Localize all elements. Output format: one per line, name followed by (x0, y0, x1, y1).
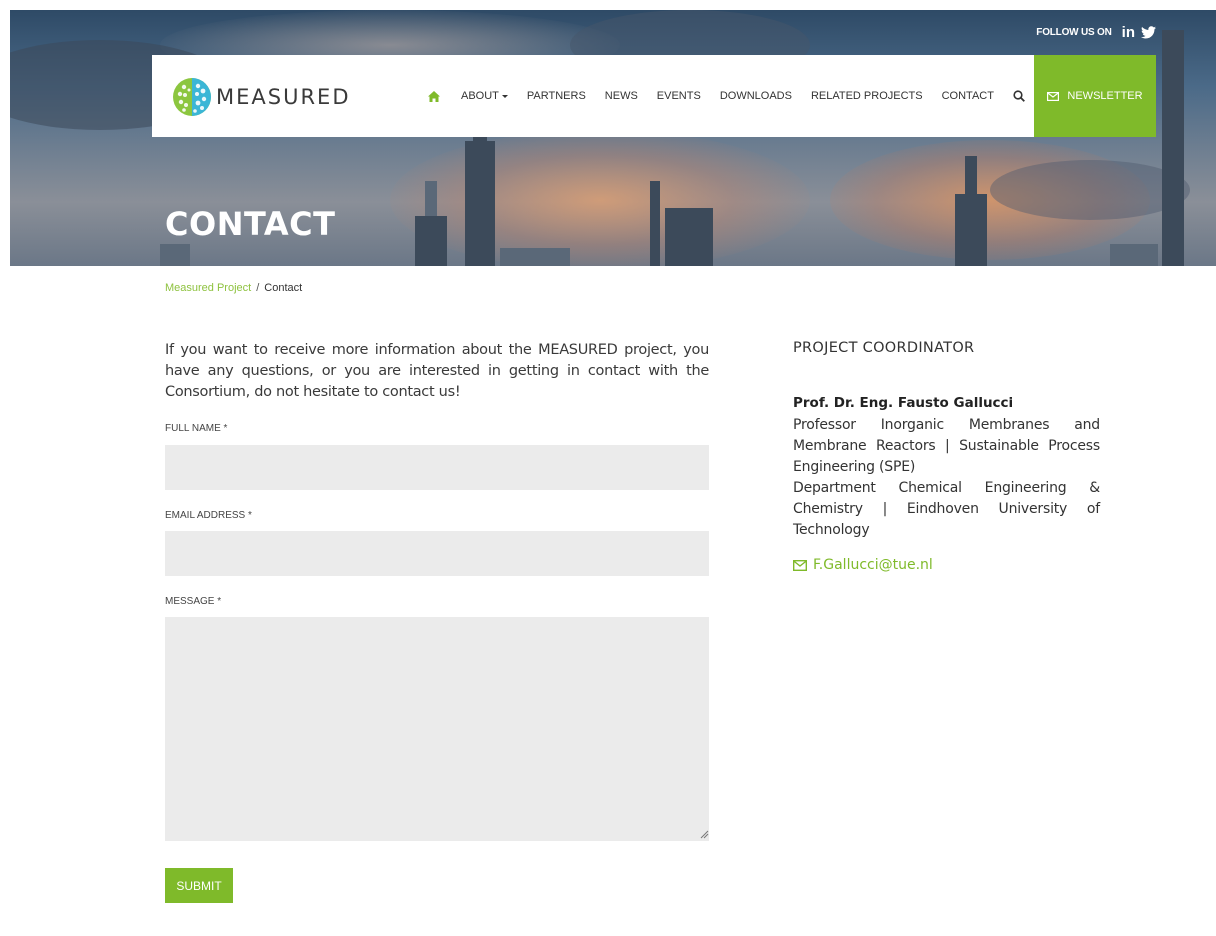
follow-us-label: FOLLOW US ON (1036, 27, 1112, 38)
nav-about-label: ABOUT (461, 90, 499, 102)
breadcrumb-home-link[interactable]: Measured Project (165, 282, 251, 294)
nav-related-projects[interactable]: RELATED PROJECTS (811, 90, 923, 102)
home-icon[interactable] (428, 90, 440, 102)
breadcrumb-separator: / (256, 282, 260, 294)
logo-text: MEASURED (216, 85, 351, 109)
site-logo[interactable]: MEASURED (172, 77, 350, 117)
coordinator-name: Prof. Dr. Eng. Fausto Gallucci (793, 395, 1014, 411)
coordinator-email-link[interactable]: F.Gallucci@tue.nl (793, 557, 933, 573)
main-menu: ABOUT PARTNERS NEWS EVENTS DOWNLOADS REL… (428, 55, 1025, 137)
breadcrumb: Measured Project / Contact (165, 282, 302, 294)
follow-us: FOLLOW US ON in (1036, 24, 1156, 41)
coordinator-email: F.Gallucci@tue.nl (813, 557, 933, 573)
message-textarea[interactable] (165, 617, 709, 841)
linkedin-icon[interactable]: in (1122, 24, 1135, 41)
nav-contact[interactable]: CONTACT (942, 90, 994, 102)
nav-about[interactable]: ABOUT (461, 90, 508, 102)
main-navbar: MEASURED ABOUT PARTNERS NEWS EVENTS DOWN… (152, 55, 1156, 137)
caret-down-icon (501, 94, 508, 98)
resize-handle-icon[interactable] (699, 829, 709, 839)
nav-events[interactable]: EVENTS (657, 90, 701, 102)
breadcrumb-current: Contact (264, 282, 303, 294)
newsletter-button[interactable]: NEWSLETTER (1034, 55, 1156, 137)
twitter-icon[interactable] (1141, 26, 1156, 39)
envelope-icon (1047, 91, 1060, 101)
coordinator-department: Department Chemical Engineering & Chemis… (793, 480, 1100, 538)
full-name-input[interactable] (165, 445, 709, 490)
submit-button[interactable]: SUBMIT (165, 868, 233, 903)
message-label: MESSAGE * (165, 596, 222, 607)
coordinator-details: Professor Inorganic Membranes and Membra… (793, 415, 1100, 541)
newsletter-label: NEWSLETTER (1067, 90, 1143, 102)
nav-partners[interactable]: PARTNERS (527, 90, 586, 102)
email-input[interactable] (165, 531, 709, 576)
envelope-icon (793, 559, 807, 571)
coordinator-role: Professor Inorganic Membranes and Membra… (793, 417, 1100, 475)
form-intro-text: If you want to receive more information … (165, 342, 709, 400)
nav-downloads[interactable]: DOWNLOADS (720, 90, 792, 102)
measured-logo-icon (173, 78, 211, 116)
search-icon[interactable] (1013, 90, 1025, 102)
full-name-label: FULL NAME * (165, 423, 228, 434)
coordinator-heading: PROJECT COORDINATOR (793, 340, 975, 356)
nav-news[interactable]: NEWS (605, 90, 638, 102)
email-label: EMAIL ADDRESS * (165, 510, 252, 521)
page-title: CONTACT (165, 205, 336, 243)
